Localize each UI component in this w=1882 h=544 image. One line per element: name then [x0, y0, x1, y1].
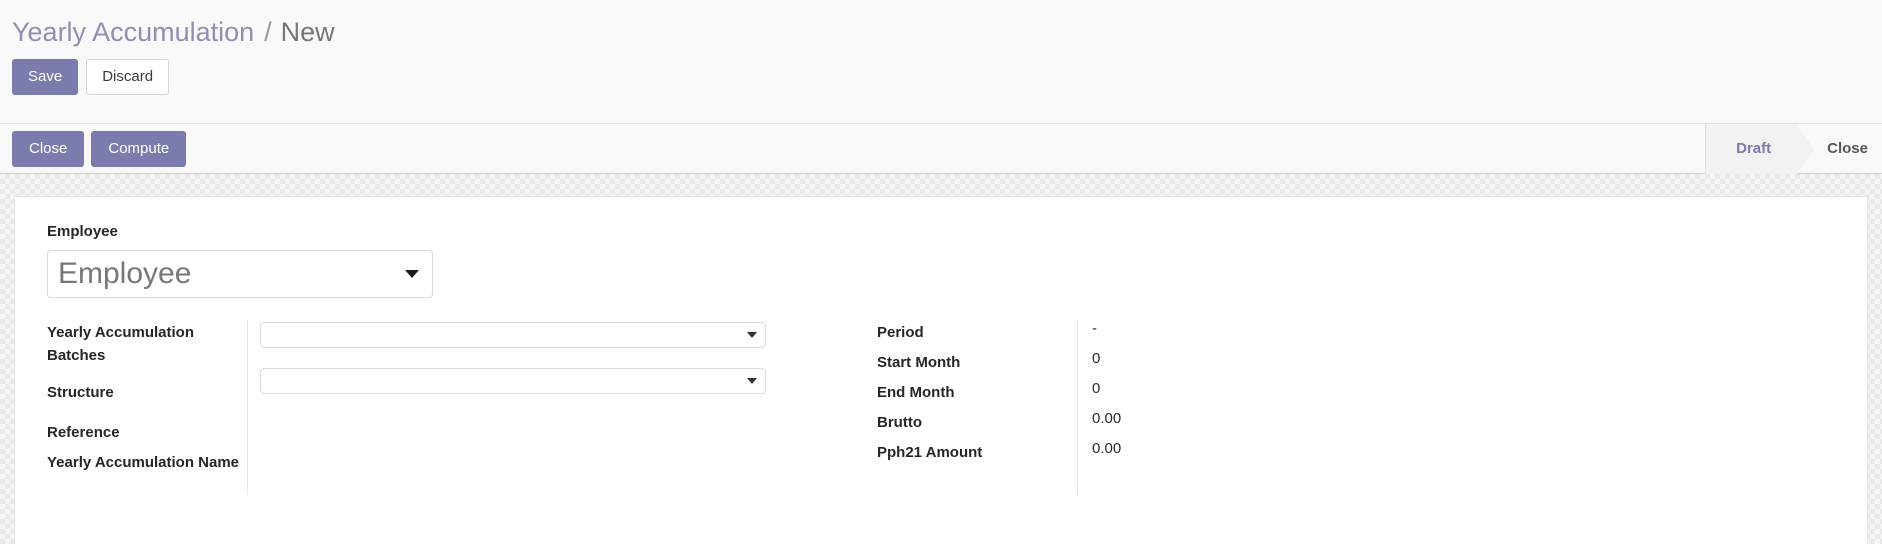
save-button[interactable]: Save — [12, 58, 79, 95]
record-actions: Save Discard — [10, 48, 1872, 95]
control-panel: Yearly Accumulation / New Save Discard — [0, 0, 1882, 124]
employee-select[interactable]: Employee — [47, 249, 433, 298]
breadcrumb-separator: / — [264, 17, 272, 47]
status-state-close-label: Close — [1827, 140, 1868, 157]
discard-button[interactable]: Discard — [86, 58, 170, 95]
close-button[interactable]: Close — [12, 130, 85, 167]
label-end-month: End Month — [877, 383, 955, 401]
batches-select-wrapper — [260, 321, 766, 348]
compute-button[interactable]: Compute — [91, 130, 187, 167]
label-structure: Structure — [47, 383, 114, 401]
label-spacer — [47, 412, 247, 422]
label-reference: Reference — [47, 423, 120, 441]
sheet-background: Employee Employee Yearly Accumulation Ba… — [0, 174, 1882, 544]
yearly-accumulation-batches-select[interactable] — [260, 321, 766, 348]
left-labels: Yearly Accumulation Batches Structure Re… — [47, 320, 247, 512]
label-period: Period — [877, 323, 924, 341]
statusbar-buttons: Close Compute — [10, 130, 187, 167]
breadcrumb-item-current: New — [280, 17, 335, 47]
right-labels: Period Start Month End Month Brutto Pph2… — [877, 320, 1077, 472]
statusbar: Close Compute Draft Close — [0, 123, 1882, 174]
employee-select-wrapper: Employee — [47, 249, 433, 298]
label-start-month: Start Month — [877, 353, 961, 371]
form-column-left: Yearly Accumulation Batches Structure Re… — [47, 319, 797, 512]
label-pph21-amount: Pph21 Amount — [877, 443, 983, 461]
field-row-batches — [260, 320, 797, 350]
left-fields — [247, 319, 797, 495]
value-pph21-amount: 0.00 — [1092, 439, 1122, 457]
status-pipeline: Draft Close — [1705, 123, 1882, 174]
form-columns: Yearly Accumulation Batches Structure Re… — [47, 319, 1837, 512]
structure-select-wrapper — [260, 367, 766, 394]
status-state-draft-label: Draft — [1736, 140, 1772, 157]
field-row-structure — [260, 366, 797, 396]
right-values: - 0 0 0.00 0.00 — [1077, 319, 1437, 495]
form-column-right: Period Start Month End Month Brutto Pph2… — [877, 319, 1437, 495]
breadcrumb: Yearly Accumulation / New — [10, 0, 1872, 48]
employee-label: Employee — [47, 223, 118, 240]
employee-field-group: Employee Employee — [47, 221, 1837, 298]
structure-select[interactable] — [260, 367, 766, 394]
breadcrumb-item-root[interactable]: Yearly Accumulation — [12, 17, 254, 48]
value-end-month: 0 — [1092, 379, 1101, 397]
label-yearly-accumulation-batches: Yearly Accumulation Batches — [47, 323, 194, 364]
value-period: - — [1092, 319, 1097, 337]
form-sheet: Employee Employee Yearly Accumulation Ba… — [14, 196, 1868, 544]
value-brutto: 0.00 — [1092, 409, 1122, 427]
status-state-draft[interactable]: Draft — [1706, 123, 1815, 174]
label-yearly-accumulation-name: Yearly Accumulation Name — [47, 453, 240, 471]
value-start-month: 0 — [1092, 349, 1101, 367]
label-brutto: Brutto — [877, 413, 922, 431]
